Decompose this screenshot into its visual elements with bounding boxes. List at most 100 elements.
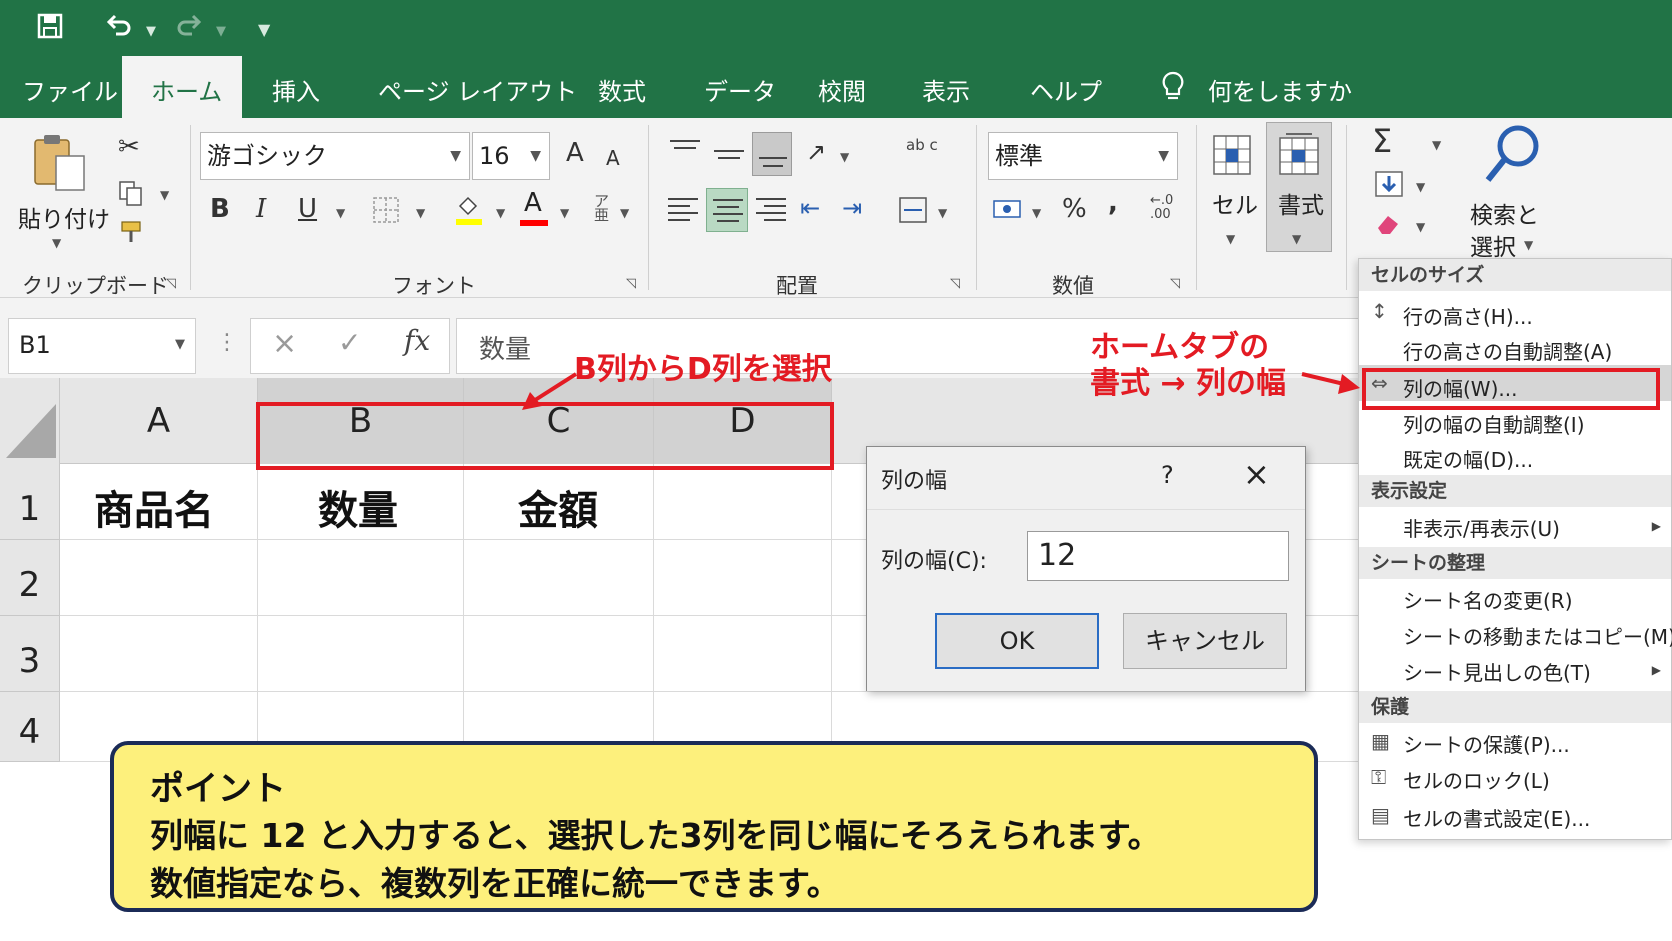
cell-b3[interactable] bbox=[258, 616, 464, 692]
borders-icon[interactable] bbox=[372, 196, 400, 228]
orientation-dropdown-icon[interactable]: ▼ bbox=[840, 150, 849, 164]
cancel-button[interactable]: キャンセル bbox=[1123, 613, 1287, 669]
cancel-entry-icon[interactable]: × bbox=[272, 326, 297, 361]
tab-file[interactable]: ファイル bbox=[22, 72, 118, 107]
phonetic-dropdown-icon[interactable]: ▼ bbox=[620, 206, 629, 220]
undo-dropdown-icon[interactable]: ▼ bbox=[146, 24, 156, 39]
cut-icon[interactable]: ✂ bbox=[118, 132, 140, 162]
menu-item-hide-unhide[interactable]: 非表示/再表示(U) bbox=[1403, 513, 1560, 542]
paste-icon[interactable] bbox=[30, 132, 90, 198]
tab-formulas[interactable]: 数式 bbox=[598, 72, 646, 107]
fill-dropdown-icon[interactable]: ▼ bbox=[1416, 180, 1425, 194]
align-bottom-button[interactable] bbox=[752, 132, 792, 176]
cell-c2[interactable] bbox=[464, 540, 654, 616]
row-header-4[interactable]: 4 bbox=[0, 692, 60, 762]
clear-icon[interactable] bbox=[1374, 210, 1404, 240]
cell-d3[interactable] bbox=[654, 616, 832, 692]
confirm-entry-icon[interactable]: ✓ bbox=[338, 326, 361, 359]
fill-color-dropdown-icon[interactable]: ▼ bbox=[496, 206, 505, 220]
font-color-dropdown-icon[interactable]: ▼ bbox=[560, 206, 569, 220]
customize-icon[interactable]: ▼ bbox=[258, 20, 270, 39]
underline-button[interactable]: U bbox=[298, 194, 317, 224]
row-header-3[interactable]: 3 bbox=[0, 616, 60, 692]
column-width-input[interactable]: 12 bbox=[1027, 531, 1289, 581]
align-left-icon[interactable] bbox=[668, 198, 698, 221]
menu-item-move-copy-sheet[interactable]: シートの移動またはコピー(M)... bbox=[1403, 621, 1672, 650]
tab-review[interactable]: 校閲 bbox=[818, 72, 866, 107]
font-launcher-icon[interactable]: ◹ bbox=[626, 276, 636, 291]
redo-icon[interactable] bbox=[174, 10, 204, 47]
row-header-2[interactable]: 2 bbox=[0, 540, 60, 616]
align-center-button[interactable] bbox=[706, 188, 748, 232]
borders-dropdown-icon[interactable]: ▼ bbox=[416, 206, 425, 220]
find-select-label-1[interactable]: 検索と bbox=[1470, 196, 1539, 230]
phonetic-icon[interactable]: ア亜 bbox=[594, 194, 609, 223]
copy-icon[interactable] bbox=[118, 180, 144, 212]
cells-dropdown-icon[interactable]: ▼ bbox=[1226, 232, 1235, 246]
orientation-icon[interactable]: ↗ bbox=[806, 138, 826, 166]
menu-item-format-cells[interactable]: セルの書式設定(E)... bbox=[1403, 803, 1590, 832]
cells-icon[interactable] bbox=[1212, 134, 1252, 180]
cell-a3[interactable] bbox=[60, 616, 258, 692]
cell-a2[interactable] bbox=[60, 540, 258, 616]
ok-button[interactable]: OK bbox=[935, 613, 1099, 669]
help-icon[interactable]: ? bbox=[1161, 461, 1174, 489]
lightbulb-icon[interactable] bbox=[1160, 70, 1186, 108]
menu-item-rename-sheet[interactable]: シート名の変更(R) bbox=[1403, 585, 1573, 614]
bold-button[interactable]: B bbox=[210, 194, 230, 224]
fill-color-icon[interactable] bbox=[454, 192, 484, 230]
decimal-change-icon[interactable]: ←.0.00 bbox=[1150, 194, 1173, 222]
find-select-label-2[interactable]: 選択 bbox=[1470, 228, 1516, 262]
insert-function-icon[interactable]: fx bbox=[404, 324, 430, 357]
autosum-icon[interactable]: Σ bbox=[1372, 122, 1392, 160]
autosum-dropdown-icon[interactable]: ▼ bbox=[1432, 138, 1441, 152]
merge-center-icon[interactable] bbox=[898, 196, 928, 228]
clipboard-launcher-icon[interactable]: ◹ bbox=[166, 276, 176, 291]
fill-down-icon[interactable] bbox=[1374, 170, 1404, 202]
grow-font-icon[interactable]: A bbox=[566, 138, 584, 168]
find-select-dropdown-icon[interactable]: ▼ bbox=[1524, 238, 1533, 252]
italic-button[interactable]: I bbox=[256, 194, 266, 224]
underline-dropdown-icon[interactable]: ▼ bbox=[336, 206, 345, 220]
accounting-format-icon[interactable] bbox=[992, 196, 1024, 228]
menu-item-protect-sheet[interactable]: シートの保護(P)... bbox=[1403, 729, 1570, 758]
cells-button[interactable]: セル bbox=[1212, 186, 1258, 220]
menu-item-tab-color[interactable]: シート見出しの色(T) bbox=[1403, 657, 1591, 686]
percent-button[interactable]: % bbox=[1062, 194, 1087, 224]
align-middle-icon[interactable] bbox=[714, 150, 744, 159]
select-all-button[interactable] bbox=[0, 378, 60, 464]
tab-data[interactable]: データ bbox=[704, 72, 776, 107]
paste-dropdown-icon[interactable]: ▼ bbox=[52, 236, 61, 250]
alignment-launcher-icon[interactable]: ◹ bbox=[950, 276, 960, 291]
name-box[interactable]: B1 ▼ bbox=[8, 318, 196, 374]
decrease-indent-icon[interactable]: ⇤ bbox=[800, 194, 820, 222]
tab-view[interactable]: 表示 bbox=[922, 72, 970, 107]
undo-icon[interactable] bbox=[104, 10, 134, 47]
find-select-icon[interactable] bbox=[1482, 122, 1542, 190]
cell-d2[interactable] bbox=[654, 540, 832, 616]
tab-help[interactable]: ヘルプ bbox=[1030, 72, 1102, 107]
number-format-combo[interactable]: 標準 ▼ bbox=[988, 132, 1178, 180]
column-header-a[interactable]: A bbox=[60, 378, 258, 464]
paste-button[interactable]: 貼り付け bbox=[18, 200, 110, 234]
format-painter-icon[interactable] bbox=[118, 220, 146, 248]
menu-item-lock-cell[interactable]: セルのロック(L) bbox=[1403, 765, 1550, 794]
merge-dropdown-icon[interactable]: ▼ bbox=[938, 206, 947, 220]
number-launcher-icon[interactable]: ◹ bbox=[1170, 276, 1180, 291]
align-right-icon[interactable] bbox=[756, 198, 786, 221]
wrap-text-icon[interactable]: ab c bbox=[906, 138, 938, 153]
increase-indent-icon[interactable]: ⇥ bbox=[842, 194, 862, 222]
menu-item-autofit-column[interactable]: 列の幅の自動調整(I) bbox=[1403, 409, 1585, 438]
comma-button[interactable]: , bbox=[1108, 188, 1118, 218]
redo-dropdown-icon[interactable]: ▼ bbox=[216, 24, 226, 39]
cell-b2[interactable] bbox=[258, 540, 464, 616]
font-name-combo[interactable]: 游ゴシック ▼ bbox=[200, 132, 470, 180]
close-icon[interactable]: × bbox=[1243, 455, 1270, 493]
menu-item-row-height[interactable]: 行の高さ(H)... bbox=[1403, 301, 1533, 330]
copy-dropdown-icon[interactable]: ▼ bbox=[160, 188, 169, 202]
menu-item-autofit-row[interactable]: 行の高さの自動調整(A) bbox=[1403, 336, 1612, 365]
align-top-icon[interactable] bbox=[670, 140, 700, 149]
shrink-font-icon[interactable]: A bbox=[606, 146, 620, 170]
row-header-1[interactable]: 1 bbox=[0, 464, 60, 540]
menu-item-default-width[interactable]: 既定の幅(D)... bbox=[1403, 444, 1533, 473]
